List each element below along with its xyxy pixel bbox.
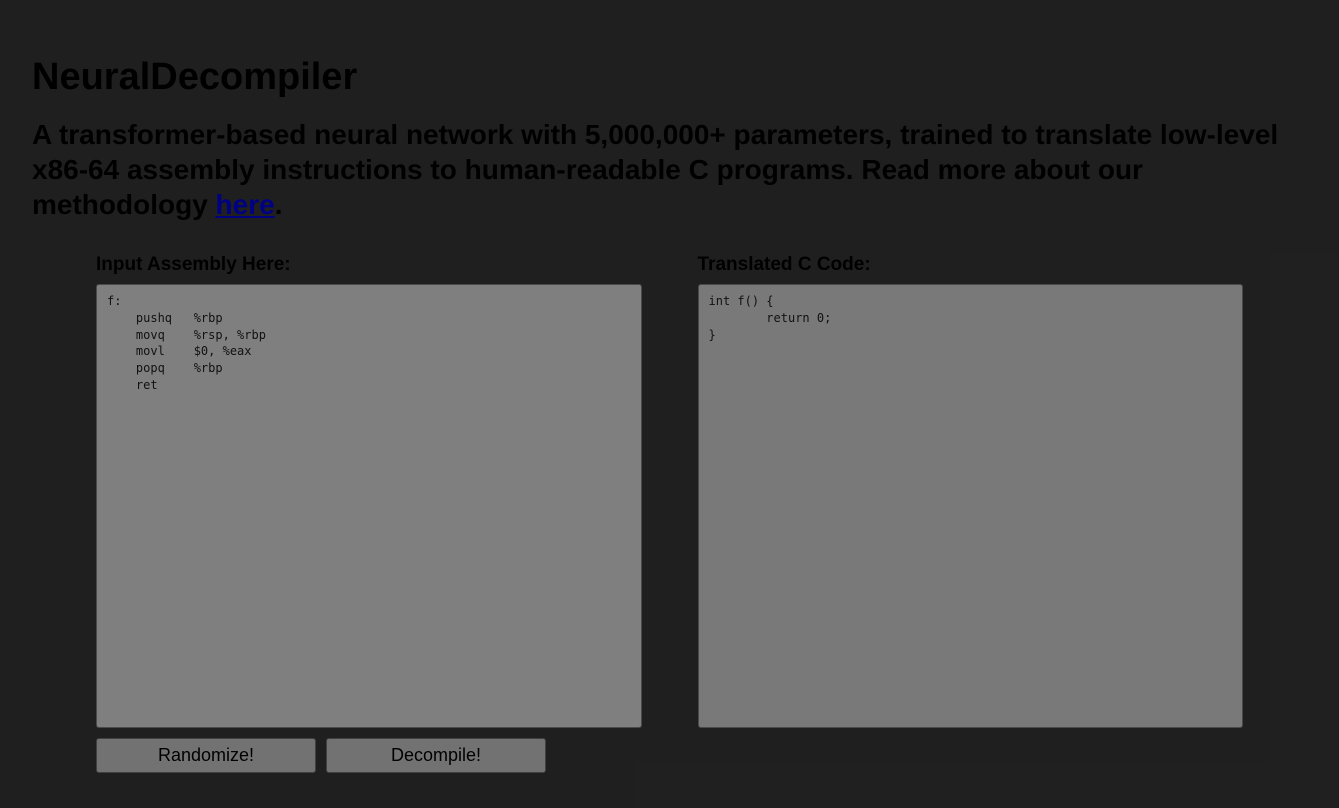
c-output: int f() { return 0; } (698, 284, 1244, 728)
button-row: Randomize! Decompile! (96, 738, 642, 773)
input-label: Input Assembly Here: (96, 254, 642, 276)
methodology-link[interactable]: here (216, 189, 275, 220)
page-subtitle: A transformer-based neural network with … (32, 117, 1307, 222)
input-panel: Input Assembly Here: Randomize! Decompil… (96, 254, 642, 773)
panels-row: Input Assembly Here: Randomize! Decompil… (32, 254, 1307, 773)
assembly-input[interactable] (96, 284, 642, 728)
output-label: Translated C Code: (698, 254, 1244, 276)
randomize-button[interactable]: Randomize! (96, 738, 316, 773)
main-container: NeuralDecompiler A transformer-based neu… (0, 0, 1339, 805)
subtitle-text-post: . (275, 189, 283, 220)
decompile-button[interactable]: Decompile! (326, 738, 546, 773)
page-title: NeuralDecompiler (32, 56, 1307, 99)
output-panel: Translated C Code: int f() { return 0; } (698, 254, 1244, 773)
